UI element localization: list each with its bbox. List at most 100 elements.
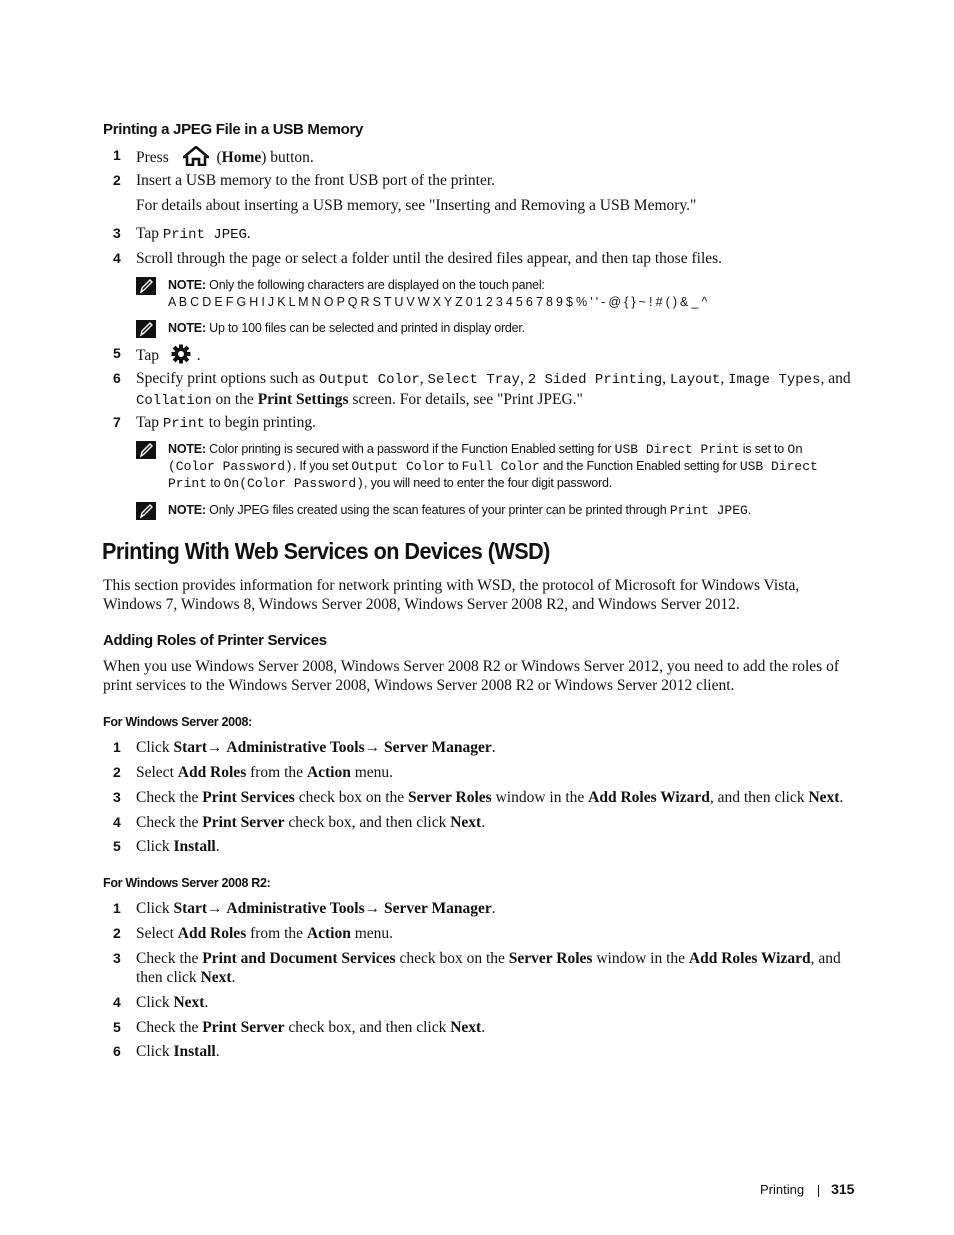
step-text: Check the: [136, 1019, 199, 1036]
bold-term: Next: [808, 789, 840, 806]
step-text: Check the: [136, 814, 199, 831]
ui-code: Image Types: [728, 372, 821, 388]
step-text: Tap: [136, 347, 160, 365]
intro-paragraph: This section provides information for ne…: [103, 577, 800, 613]
step-text: Check the: [136, 789, 199, 806]
bold-term: Add Roles Wizard: [588, 789, 710, 806]
step-number: 2: [113, 764, 121, 780]
note-text: Only the following characters are displa…: [209, 278, 545, 292]
step-number: 4: [113, 814, 121, 830]
step-number: 1: [113, 900, 121, 916]
ui-code: Print JPEG: [669, 503, 748, 518]
step-text: window in the: [596, 950, 686, 967]
bold-term: Home: [221, 149, 262, 167]
step-text: from the: [250, 925, 304, 942]
step-number: 1: [113, 147, 121, 163]
bold-term: Next: [173, 994, 205, 1011]
step-text: Tap: [136, 225, 160, 242]
bold-term: Next: [200, 969, 232, 986]
ui-code: Print: [162, 416, 205, 432]
ui-code: 2 Sided Printing: [527, 372, 663, 388]
note-text: . If you set: [292, 459, 349, 473]
bold-term: Print Services: [202, 789, 295, 806]
step-number: 5: [113, 345, 121, 361]
ui-code: Output Color: [318, 372, 420, 388]
page-title: Printing With Web Services on Devices (W…: [102, 538, 550, 564]
subsection-heading: Adding Roles of Printer Services: [103, 632, 327, 649]
step-text: Click: [136, 739, 170, 756]
step-text: Press: [136, 149, 169, 167]
ui-code: On(Color Password): [223, 476, 365, 491]
step-text: .: [481, 1019, 486, 1036]
step-text: check box, and then click: [288, 814, 447, 831]
step-text: menu.: [354, 925, 394, 942]
step-text: menu.: [354, 764, 394, 781]
ui-code: Collation: [136, 393, 212, 409]
ws2008r2-heading: For Windows Server 2008 R2:: [103, 876, 271, 890]
step-text: Select: [136, 764, 174, 781]
step-number: 5: [113, 838, 121, 854]
step-text: .: [491, 739, 496, 756]
bold-term: Start: [173, 900, 208, 917]
pencil-note-icon: [136, 320, 156, 338]
step-number: 4: [113, 994, 121, 1010]
step-text: to begin printing.: [208, 414, 316, 431]
ui-code: Select Tray: [427, 372, 520, 388]
step-text: .: [839, 789, 844, 806]
step-number: 6: [113, 1043, 121, 1059]
footer-section: Printing: [760, 1182, 805, 1197]
arrow: →: [207, 739, 223, 756]
step-text: Check the: [136, 950, 199, 967]
pencil-note-icon: [136, 277, 156, 295]
note-text: is set to: [742, 442, 785, 456]
step-text: Click: [136, 838, 170, 855]
note-text: and the Function Enabled setting for: [542, 459, 737, 473]
bold-term: Next: [450, 1019, 482, 1036]
step-text: .: [246, 225, 251, 242]
bold-term: Add Roles Wizard: [688, 950, 811, 967]
bold-term: Install: [173, 1043, 216, 1060]
arrow: →: [207, 900, 223, 917]
step-number: 1: [113, 739, 121, 755]
step-number: 3: [113, 789, 121, 805]
step-text: Click: [136, 1043, 170, 1060]
note-label: NOTE:: [168, 503, 206, 517]
step-text: .: [231, 969, 236, 986]
ui-code: Output Color: [351, 459, 446, 474]
note-text: to: [210, 476, 221, 490]
step-text: ) button.: [261, 149, 314, 167]
bold-term: Install: [173, 838, 216, 855]
bold-term: Print and Document Services: [202, 950, 396, 967]
step-number: 2: [113, 172, 121, 188]
step-text: screen. For details, see "Print JPEG.": [352, 391, 583, 408]
step-text: .: [491, 900, 496, 917]
bold-term: Print Server: [202, 814, 285, 831]
note-chars: A B C D E F G H I J K L M N O P Q R S T …: [168, 295, 708, 309]
step-text: Select: [136, 925, 174, 942]
step-text: .: [204, 994, 209, 1011]
bold-term: Add Roles: [177, 764, 247, 781]
note-label: NOTE:: [168, 442, 206, 456]
bold-term: Server Manager: [384, 900, 492, 917]
bold-term: Server Roles: [508, 950, 593, 967]
step-text: Click: [136, 994, 170, 1011]
note-text: Only JPEG files created using the scan f…: [209, 503, 667, 517]
ui-code: USB Direct Print: [614, 442, 740, 457]
step-text: check box on the: [399, 950, 505, 967]
step-number: 5: [113, 1019, 121, 1035]
step-text: Insert a USB memory to the front USB por…: [136, 172, 496, 189]
step-number: 4: [113, 250, 121, 266]
section-heading: Printing a JPEG File in a USB Memory: [103, 121, 364, 138]
ui-code: Print JPEG: [162, 227, 247, 243]
step-text: .: [215, 1043, 220, 1060]
step-text: .: [481, 814, 486, 831]
bold-term: Action: [306, 764, 351, 781]
step-text: , and then click: [709, 789, 805, 806]
bold-term: Administrative Tools: [226, 739, 365, 756]
bold-term: Add Roles: [177, 925, 247, 942]
page-number: 315: [831, 1181, 855, 1197]
bold-term: Print Settings: [257, 391, 349, 408]
step-number: 2: [113, 925, 121, 941]
step-text: Scroll through the page or select a fold…: [136, 250, 723, 267]
pencil-note-icon: [136, 502, 156, 520]
